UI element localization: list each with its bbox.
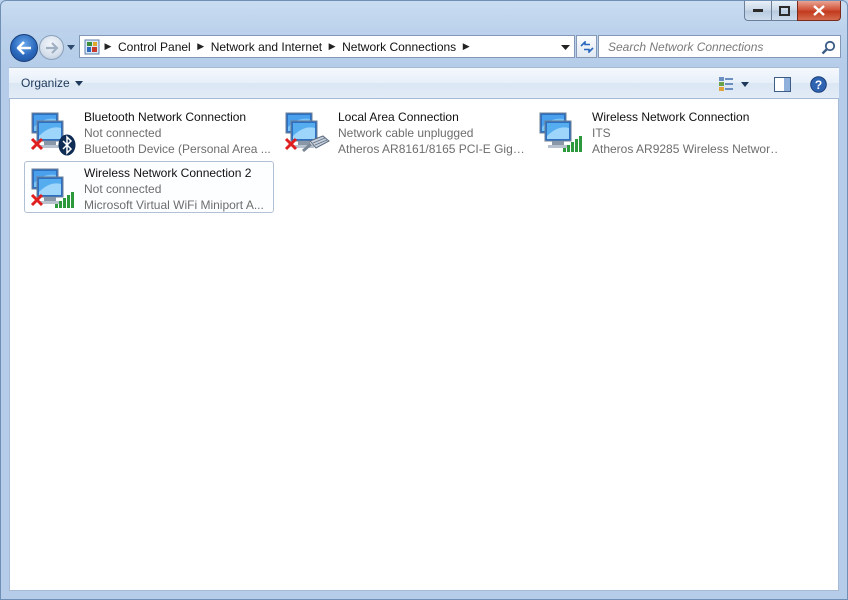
- forward-button[interactable]: [39, 35, 64, 60]
- organize-menu[interactable]: Organize: [21, 76, 83, 90]
- navigation-bar: ▶ Control Panel ▶ Network and Internet ▶…: [9, 32, 841, 62]
- connection-status: ITS: [592, 126, 611, 140]
- connection-status: Network cable unplugged: [338, 126, 474, 140]
- chevron-down-icon: [67, 44, 75, 50]
- connection-name: Bluetooth Network Connection: [84, 110, 247, 124]
- connection-name: Local Area Connection: [338, 110, 459, 124]
- arrow-left-icon: [16, 41, 31, 55]
- network-adapter-icon: [536, 109, 592, 157]
- control-panel-icon: [84, 39, 100, 54]
- address-bar[interactable]: ▶ Control Panel ▶ Network and Internet ▶…: [79, 35, 575, 58]
- breadcrumb-separator-icon[interactable]: ▶: [459, 41, 473, 52]
- connection-status: Not connected: [84, 126, 162, 140]
- breadcrumb-control-panel[interactable]: Control Panel: [115, 40, 194, 54]
- breadcrumb-separator-icon[interactable]: ▶: [101, 41, 115, 52]
- disconnected-x-icon: [284, 137, 298, 151]
- preview-pane-button[interactable]: [773, 75, 791, 93]
- breadcrumb-network-connections[interactable]: Network Connections: [339, 40, 459, 54]
- svg-text:?: ?: [814, 78, 821, 92]
- close-icon: [813, 5, 825, 16]
- ethernet-cable-icon: [302, 135, 330, 153]
- minimize-icon: [753, 8, 763, 12]
- address-history-dropdown[interactable]: [558, 40, 572, 54]
- command-bar: Organize ?: [9, 67, 839, 99]
- chevron-down-icon: [741, 81, 749, 87]
- connection-device: Atheros AR8161/8165 PCI-E Gigab...: [338, 142, 524, 156]
- breadcrumb-separator-icon[interactable]: ▶: [325, 41, 339, 52]
- search-box[interactable]: [598, 35, 841, 58]
- network-adapter-icon: [28, 109, 84, 157]
- disconnected-x-icon: [30, 193, 44, 207]
- preview-pane-icon: [773, 76, 791, 92]
- network-adapter-icon: [282, 109, 338, 157]
- help-icon: ?: [809, 75, 827, 93]
- organize-label: Organize: [21, 76, 70, 90]
- signal-strength-icon: [563, 136, 582, 152]
- search-icon[interactable]: [821, 40, 836, 55]
- minimize-button[interactable]: [744, 1, 771, 21]
- connection-device: Atheros AR9285 Wireless Network...: [592, 142, 778, 156]
- connections-list[interactable]: Bluetooth Network Connection Not connect…: [9, 99, 839, 591]
- back-button[interactable]: [10, 34, 38, 62]
- connection-item[interactable]: Bluetooth Network Connection Not connect…: [24, 105, 274, 157]
- network-adapter-icon: [28, 165, 84, 213]
- disconnected-x-icon: [30, 137, 44, 151]
- refresh-icon: [579, 40, 594, 53]
- connection-device: Microsoft Virtual WiFi Miniport A...: [84, 198, 264, 212]
- chevron-down-icon: [560, 44, 570, 50]
- change-view-dropdown[interactable]: [739, 75, 751, 93]
- chevron-down-icon: [74, 80, 83, 86]
- search-input[interactable]: [606, 38, 816, 55]
- caption-buttons: [744, 1, 841, 21]
- connection-name: Wireless Network Connection: [592, 110, 750, 124]
- refresh-button[interactable]: [576, 35, 597, 58]
- bluetooth-icon: [58, 134, 76, 156]
- connection-item[interactable]: Wireless Network Connection ITS Atheros …: [532, 105, 782, 157]
- close-button[interactable]: [797, 1, 841, 21]
- recent-pages-dropdown[interactable]: [66, 42, 76, 52]
- change-view-button[interactable]: [718, 75, 736, 93]
- maximize-button[interactable]: [771, 1, 797, 21]
- help-button[interactable]: ?: [809, 75, 827, 93]
- breadcrumb-separator-icon[interactable]: ▶: [194, 41, 208, 52]
- connection-name: Wireless Network Connection 2: [84, 166, 252, 180]
- connection-status: Not connected: [84, 182, 162, 196]
- connection-item[interactable]: Local Area Connection Network cable unpl…: [278, 105, 528, 157]
- connection-device: Bluetooth Device (Personal Area ...: [84, 142, 270, 156]
- explorer-window: ▶ Control Panel ▶ Network and Internet ▶…: [0, 0, 848, 600]
- breadcrumb-network-and-internet[interactable]: Network and Internet: [208, 40, 325, 54]
- change-view-icon: [719, 77, 733, 91]
- maximize-icon: [779, 5, 790, 16]
- signal-strength-icon: [55, 192, 74, 208]
- arrow-right-icon: [45, 41, 59, 54]
- connection-item[interactable]: Wireless Network Connection 2 Not connec…: [24, 161, 274, 213]
